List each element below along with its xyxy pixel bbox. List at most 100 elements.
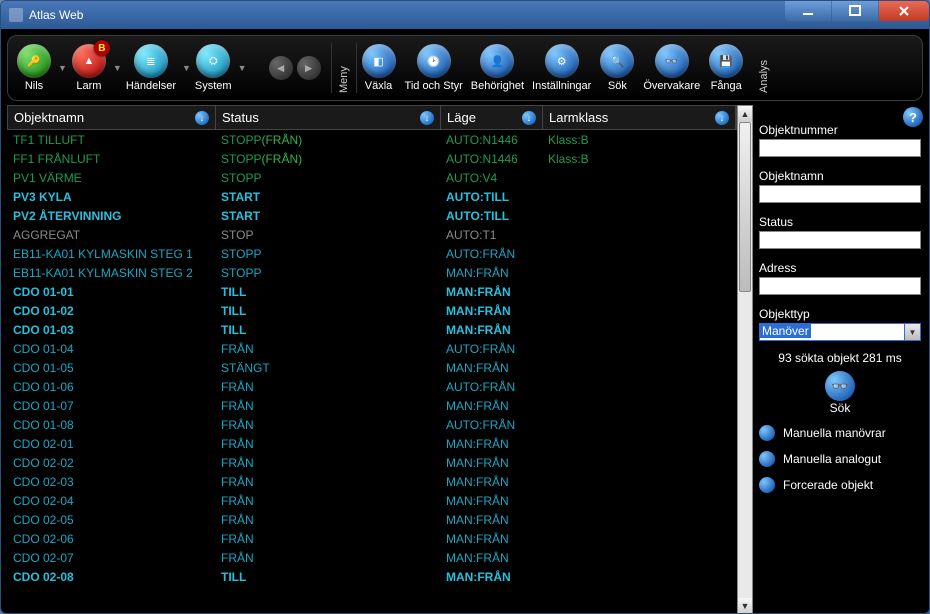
nav-arrows: ◄ ► — [259, 56, 331, 80]
input-objektnummer[interactable] — [759, 139, 921, 157]
cell-lage: MAN:FRÅN — [440, 304, 542, 318]
handelser-dropdown[interactable]: ▼ — [182, 63, 191, 73]
cell-objektnamn: CDO 01-05 — [7, 361, 215, 375]
handelser-button[interactable]: ≣ Händelser — [122, 44, 180, 92]
cell-larmklass: Klass:B — [542, 133, 737, 147]
input-adress[interactable] — [759, 277, 921, 295]
label-adress: Adress — [759, 261, 921, 275]
larm-button[interactable]: ▲B Larm — [67, 44, 111, 92]
overvakare-button[interactable]: 👓 Övervakare — [639, 44, 704, 92]
nav-back[interactable]: ◄ — [269, 56, 293, 80]
table-row[interactable]: CDO 01-05STÄNGTMAN:FRÅN — [7, 358, 737, 377]
table-row[interactable]: CDO 01-06FRÅNAUTO:FRÅN — [7, 377, 737, 396]
maximize-button[interactable] — [832, 1, 878, 21]
behorighet-button[interactable]: 👤 Behörighet — [467, 44, 528, 92]
label-objektnummer: Objektnummer — [759, 123, 921, 137]
table-row[interactable]: PV3 KYLASTARTAUTO:TILL — [7, 187, 737, 206]
system-button[interactable]: ⛭ System — [191, 44, 236, 92]
help-button[interactable]: ? — [903, 107, 923, 127]
input-objektnamn[interactable] — [759, 185, 921, 203]
meny-tab[interactable]: Meny — [331, 43, 357, 93]
check-manuella-analogut[interactable]: Manuella analogut — [759, 451, 921, 467]
window-buttons — [785, 1, 929, 21]
check-label: Manuella analogut — [783, 452, 881, 466]
close-button[interactable] — [879, 1, 929, 21]
app-icon — [9, 8, 23, 22]
table-row[interactable]: CDO 02-08TILLMAN:FRÅN — [7, 567, 737, 586]
grid-body[interactable]: TF1 TILLUFTSTOPP(FRÅN)AUTO:N1446Klass:BF… — [7, 130, 737, 614]
header-status[interactable]: Status ↓ — [216, 106, 441, 129]
table-row[interactable]: CDO 02-07FRÅNMAN:FRÅN — [7, 548, 737, 567]
table-row[interactable]: AGGREGATSTOPAUTO:T1 — [7, 225, 737, 244]
chevron-down-icon[interactable]: ▼ — [905, 323, 921, 341]
combo-objekttyp[interactable]: Manöver ▼ — [759, 323, 921, 341]
sort-icon[interactable]: ↓ — [715, 111, 729, 125]
table-row[interactable]: CDO 02-03FRÅNMAN:FRÅN — [7, 472, 737, 491]
cell-objektnamn: CDO 02-08 — [7, 570, 215, 584]
header-lage[interactable]: Läge ↓ — [441, 106, 543, 129]
vaxla-button[interactable]: ◧ Växla — [357, 44, 401, 92]
side-sok-label: Sök — [830, 401, 851, 415]
nav-forward[interactable]: ► — [297, 56, 321, 80]
table-row[interactable]: CDO 02-01FRÅNMAN:FRÅN — [7, 434, 737, 453]
minimize-button[interactable] — [785, 1, 831, 21]
system-dropdown[interactable]: ▼ — [238, 63, 247, 73]
table-row[interactable]: CDO 02-04FRÅNMAN:FRÅN — [7, 491, 737, 510]
cell-status: STOPP(FRÅN) — [215, 133, 440, 147]
table-row[interactable]: EB11-KA01 KYLMASKIN STEG 1STOPPAUTO:FRÅN — [7, 244, 737, 263]
cell-lage: MAN:FRÅN — [440, 399, 542, 413]
table-row[interactable]: PV2 ÅTERVINNINGSTARTAUTO:TILL — [7, 206, 737, 225]
header-objektnamn-label: Objektnamn — [14, 110, 84, 125]
cell-lage: AUTO:N1446 — [440, 152, 542, 166]
sort-icon[interactable]: ↓ — [522, 111, 536, 125]
header-larmklass[interactable]: Larmklass ↓ — [543, 106, 736, 129]
installningar-label: Inställningar — [532, 80, 591, 92]
sort-icon[interactable]: ↓ — [195, 111, 209, 125]
check-forcerade-objekt[interactable]: Forcerade objekt — [759, 477, 921, 493]
larm-dropdown[interactable]: ▼ — [113, 63, 122, 73]
header-objektnamn[interactable]: Objektnamn ↓ — [8, 106, 216, 129]
table-row[interactable]: CDO 01-08FRÅNAUTO:FRÅN — [7, 415, 737, 434]
cell-lage: MAN:FRÅN — [440, 323, 542, 337]
nils-button[interactable]: 🔑 Nils — [12, 44, 56, 92]
installningar-button[interactable]: ⚙ Inställningar — [528, 44, 595, 92]
fanga-label: Fånga — [711, 80, 742, 92]
table-row[interactable]: CDO 01-04FRÅNAUTO:FRÅN — [7, 339, 737, 358]
table-row[interactable]: TF1 TILLUFTSTOPP(FRÅN)AUTO:N1446Klass:B — [7, 130, 737, 149]
scroll-down[interactable]: ▼ — [738, 598, 752, 614]
vertical-scrollbar[interactable]: ▲ ▼ — [737, 105, 753, 614]
clock-icon: 🕑 — [417, 44, 451, 78]
table-row[interactable]: CDO 02-02FRÅNMAN:FRÅN — [7, 453, 737, 472]
events-icon: ≣ — [134, 44, 168, 78]
sok-button[interactable]: 🔍 Sök — [595, 44, 639, 92]
side-sok-button[interactable]: 👓 Sök — [759, 371, 921, 415]
cell-lage: AUTO:FRÅN — [440, 342, 542, 356]
cell-status: FRÅN — [215, 532, 440, 546]
table-row[interactable]: FF1 FRÅNLUFTSTOPP(FRÅN)AUTO:N1446Klass:B — [7, 149, 737, 168]
nils-dropdown[interactable]: ▼ — [58, 63, 67, 73]
table-row[interactable]: CDO 01-01TILLMAN:FRÅN — [7, 282, 737, 301]
table-row[interactable]: CDO 01-02TILLMAN:FRÅN — [7, 301, 737, 320]
sort-icon[interactable]: ↓ — [420, 111, 434, 125]
cell-status: FRÅN — [215, 475, 440, 489]
scroll-up[interactable]: ▲ — [738, 106, 752, 122]
tidstyr-button[interactable]: 🕑 Tid och Styr — [401, 44, 467, 92]
table-row[interactable]: CDO 01-03TILLMAN:FRÅN — [7, 320, 737, 339]
table-row[interactable]: EB11-KA01 KYLMASKIN STEG 2STOPPMAN:FRÅN — [7, 263, 737, 282]
fanga-button[interactable]: 💾 Fånga — [704, 44, 748, 92]
table-row[interactable]: CDO 02-05FRÅNMAN:FRÅN — [7, 510, 737, 529]
table-row[interactable]: CDO 01-07FRÅNMAN:FRÅN — [7, 396, 737, 415]
cell-objektnamn: CDO 02-05 — [7, 513, 215, 527]
check-manuella-manovrar[interactable]: Manuella manövrar — [759, 425, 921, 441]
scroll-thumb[interactable] — [739, 122, 751, 292]
analys-tab[interactable]: Analys — [752, 43, 776, 93]
table-row[interactable]: PV1 VÄRMESTOPPAUTO:V4 — [7, 168, 737, 187]
main-area: Objektnamn ↓ Status ↓ Läge ↓ Larmklass ↓ — [1, 105, 929, 614]
cell-lage: AUTO:FRÅN — [440, 380, 542, 394]
titlebar[interactable]: Atlas Web — [1, 1, 929, 29]
label-objekttyp: Objekttyp — [759, 307, 921, 321]
cell-lage: MAN:FRÅN — [440, 456, 542, 470]
input-status[interactable] — [759, 231, 921, 249]
cell-status: STÄNGT — [215, 361, 440, 375]
table-row[interactable]: CDO 02-06FRÅNMAN:FRÅN — [7, 529, 737, 548]
